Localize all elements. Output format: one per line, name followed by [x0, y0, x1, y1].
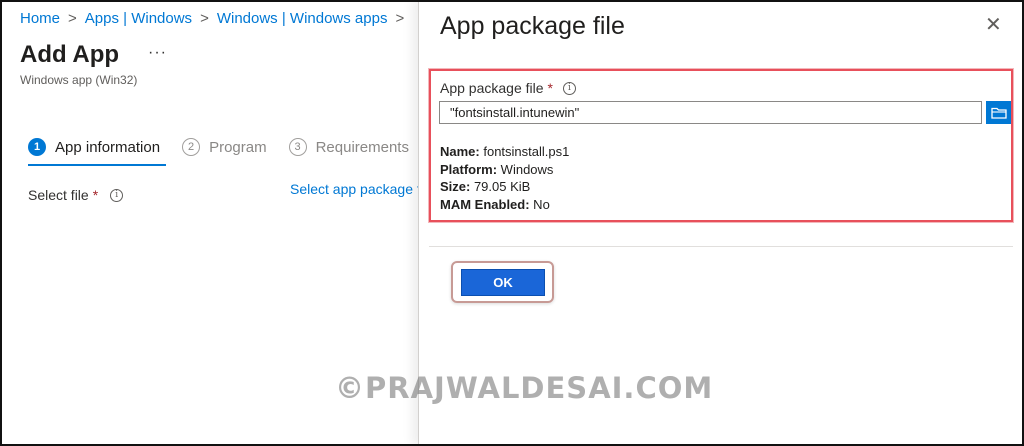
detail-key: Name: [440, 144, 480, 159]
step-app-information[interactable]: 1 App information [28, 138, 160, 156]
info-icon[interactable]: i [562, 81, 576, 95]
detail-value: fontsinstall.ps1 [479, 144, 570, 159]
panel-title: App package file [440, 12, 625, 40]
chevron-right-icon: > [395, 10, 405, 27]
step-program[interactable]: 2 Program [182, 138, 267, 156]
page-title: Add App [20, 41, 120, 68]
ok-button[interactable]: OK [461, 269, 545, 296]
breadcrumb-windows-apps[interactable]: Windows | Windows apps [217, 10, 388, 27]
step-number-2: 2 [182, 138, 201, 156]
detail-size: Size: 79.05 KiB [440, 178, 569, 196]
app-package-file-input[interactable] [439, 101, 982, 124]
required-mark: * [92, 187, 99, 203]
browse-folder-button[interactable] [986, 101, 1011, 124]
required-mark: * [547, 80, 553, 96]
app-package-file-label: App package file * i [440, 80, 576, 96]
detail-key: Platform: [440, 161, 498, 177]
detail-value: 79.05 KiB [470, 179, 531, 194]
panel-divider [429, 246, 1013, 247]
step-label: Requirements [315, 138, 409, 156]
select-file-text: Select file [28, 187, 89, 203]
detail-platform: Platform: Windows [440, 161, 569, 179]
watermark-text: ©PRAJWALDESAI.COM [335, 371, 714, 405]
chevron-right-icon: > [200, 10, 209, 27]
page-subtitle: Windows app (Win32) [20, 73, 138, 87]
active-step-underline [28, 164, 166, 166]
detail-key: MAM Enabled: [440, 196, 530, 212]
chevron-right-icon: > [68, 10, 77, 27]
detail-mam-enabled: MAM Enabled: No [440, 196, 569, 214]
wizard-steps: 1 App information 2 Program 3 Requiremen… [28, 138, 420, 156]
field-label-text: App package file [440, 80, 544, 96]
step-requirements[interactable]: 3 Requirements [288, 138, 409, 156]
detail-name: Name: fontsinstall.ps1 [440, 143, 569, 161]
folder-icon [990, 107, 1007, 119]
detail-key: Size: [440, 179, 471, 194]
step-number-3: 3 [288, 138, 307, 156]
breadcrumb-apps-windows[interactable]: Apps | Windows [85, 10, 192, 27]
step-number-1: 1 [28, 138, 46, 156]
select-app-package-link[interactable]: Select app package fi [290, 181, 420, 197]
close-icon[interactable]: ✕ [985, 15, 1002, 35]
step-label: Program [209, 138, 267, 156]
package-details: Name: fontsinstall.ps1 Platform: Windows… [440, 143, 569, 213]
detail-value: No [529, 196, 550, 212]
more-options-icon[interactable]: ··· [148, 44, 167, 62]
info-icon[interactable]: i [110, 188, 124, 202]
step-label: App information [55, 138, 161, 156]
detail-value: Windows [497, 161, 554, 177]
breadcrumb-home[interactable]: Home [20, 10, 60, 27]
breadcrumb: Home > Apps | Windows > Windows | Window… [20, 10, 412, 27]
select-file-label: Select file * i [28, 187, 124, 203]
